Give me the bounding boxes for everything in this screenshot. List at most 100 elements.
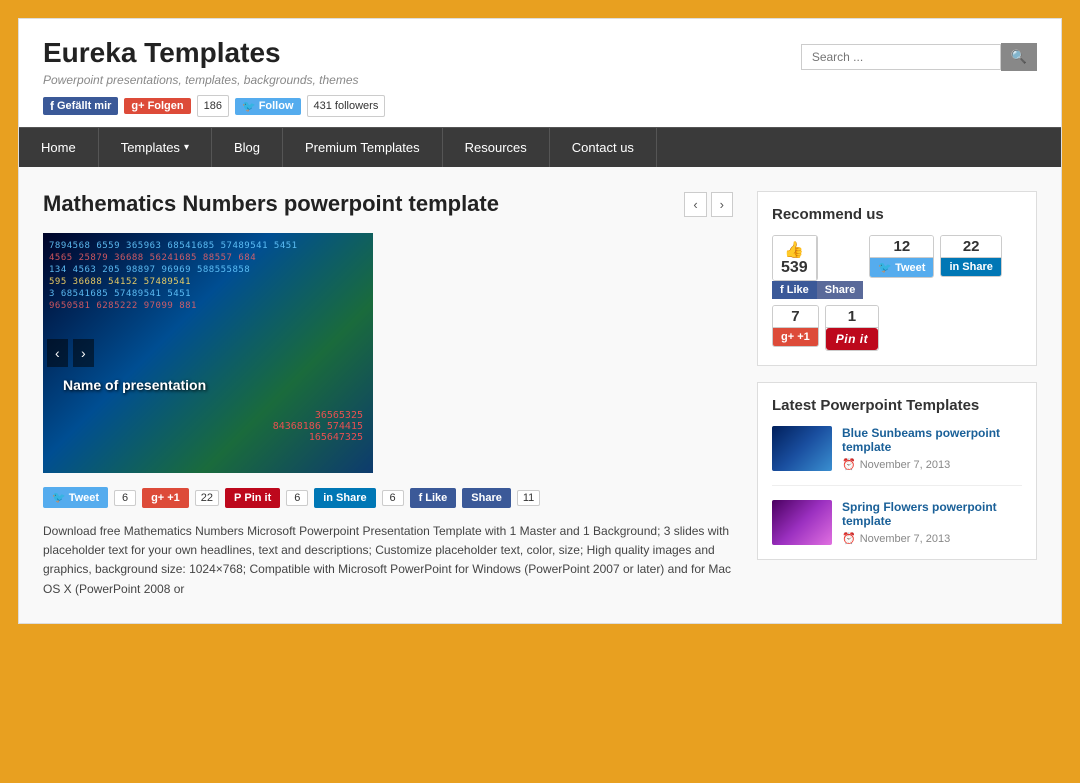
linkedin-widget-count-box: 22 [941,236,1000,258]
pinterest-widget-button[interactable]: Pin it [826,328,878,350]
page-title: Mathematics Numbers powerpoint template [43,191,499,217]
twitter-icon: 🐦 [242,100,256,113]
social-bar: f Gefällt mir g+ Folgen 186 🐦 Follow 431… [43,95,385,117]
list-item: Blue Sunbeams powerpoint template ⏰ Nove… [772,426,1022,486]
pin-button[interactable]: P Pin it [225,488,280,508]
pinterest-widget: 1 Pin it [825,305,879,351]
page-nav-arrows: ‹ › [684,192,733,217]
fb-like-widget: 👍 539 [772,235,818,281]
twitter-widget-tweet-button[interactable]: 🐦 Tweet [870,258,933,277]
twitter-followers-count: 431 followers [307,95,386,117]
latest-info-2: Spring Flowers powerpoint template ⏰ Nov… [842,500,1022,545]
slide-row-6: 9650581 6285222 97099 881 [49,301,367,311]
slide-red-numbers: 3656532584368186 574415165647325 [273,410,363,443]
slideshow-prev-button[interactable]: ‹ [47,339,68,367]
linkedin-share-button[interactable]: in Share [314,488,375,508]
slideshow: 7894568 6559 365963 68541685 57489541 54… [43,233,373,473]
spring-flowers-thumb [772,500,832,545]
pin-count: 6 [286,490,308,506]
fb-action-buttons: f Like Share [772,281,863,299]
twitter-widget-count-box: 12 [870,236,933,258]
latest-item-title-2[interactable]: Spring Flowers powerpoint template [842,500,1022,528]
search-button[interactable]: 🔍 [1001,43,1037,71]
fb-widget-like-button[interactable]: f Like [772,281,817,299]
twitter-widget-count: 12 [894,238,911,255]
nav-contact[interactable]: Contact us [550,128,657,167]
recommend-section: Recommend us 👍 539 f Like [757,191,1037,366]
content-area: Mathematics Numbers powerpoint template … [19,167,1061,623]
nav-home[interactable]: Home [19,128,99,167]
next-page-button[interactable]: › [711,192,733,217]
latest-title: Latest Powerpoint Templates [772,397,1022,414]
slideshow-next-button[interactable]: › [73,339,94,367]
header-right: 🔍 [801,43,1037,71]
page-wrapper: Eureka Templates Powerpoint presentation… [18,18,1062,624]
fb-like-button[interactable]: f Like [410,488,457,508]
list-item: Spring Flowers powerpoint template ⏰ Nov… [772,500,1022,545]
prev-page-button[interactable]: ‹ [684,192,706,217]
twitter-widget: 12 🐦 Tweet [869,235,934,278]
header: Eureka Templates Powerpoint presentation… [19,19,1061,127]
latest-info-1: Blue Sunbeams powerpoint template ⏰ Nove… [842,426,1022,471]
nav-resources[interactable]: Resources [443,128,550,167]
linkedin-widget: 22 in Share [940,235,1001,277]
fb-widget-count: 539 [781,260,808,276]
pinterest-widget-count-box: 1 [826,306,878,328]
gplus-share-count: 22 [195,490,219,506]
latest-thumb-2 [772,500,832,545]
facebook-icon: f [50,99,54,113]
nav-bar: Home Templates ▾ Blog Premium Templates … [19,127,1061,167]
header-left: Eureka Templates Powerpoint presentation… [43,37,385,117]
facebook-like-btn[interactable]: f Gefällt mir [43,97,118,115]
latest-thumb-1 [772,426,832,471]
search-icon: 🔍 [1011,49,1027,64]
recommend-title: Recommend us [772,206,1022,223]
slide-row-1: 7894568 6559 365963 68541685 57489541 54… [49,241,367,251]
latest-item-title-1[interactable]: Blue Sunbeams powerpoint template [842,426,1022,454]
latest-item-date-2: ⏰ November 7, 2013 [842,532,1022,545]
sidebar: Recommend us 👍 539 f Like [757,191,1037,599]
social-share-bar: 🐦 Tweet 6 g+ +1 22 P Pin it 6 in Share [43,487,733,508]
fb-widget-count-box: 👍 539 [773,236,817,280]
slide-row-3: 134 4563 205 98897 96969 588555858 [49,265,367,275]
twitter-share-icon: 🐦 [52,491,66,504]
gplus-widget-button[interactable]: g+ +1 [773,328,818,346]
latest-section: Latest Powerpoint Templates Blue Sunbeam… [757,382,1037,560]
site-tagline: Powerpoint presentations, templates, bac… [43,73,385,87]
nav-premium-templates[interactable]: Premium Templates [283,128,443,167]
thumbs-up-icon: 👍 [784,240,804,260]
linkedin-icon: in [323,492,333,504]
gplus-widget-count: 7 [791,308,799,325]
fb-share-button[interactable]: Share [462,488,511,508]
gplus-icon: g+ [131,100,144,112]
nav-templates[interactable]: Templates ▾ [99,128,212,167]
fb-share-count: 11 [517,490,540,506]
gplus-follow-btn[interactable]: g+ Folgen [124,98,190,114]
tweet-count: 6 [114,490,136,506]
search-input[interactable] [801,44,1001,70]
chevron-down-icon: ▾ [184,142,189,153]
pinterest-widget-count: 1 [848,308,856,325]
linkedin-count: 6 [382,490,404,506]
linkedin-widget-count: 22 [963,238,980,255]
site-title: Eureka Templates [43,37,385,69]
twitter-follow-btn[interactable]: 🐦 Follow [235,98,301,115]
fb-widget-share-button[interactable]: Share [817,281,864,299]
page-title-row: Mathematics Numbers powerpoint template … [43,191,733,217]
nav-blog[interactable]: Blog [212,128,283,167]
latest-item-date-1: ⏰ November 7, 2013 [842,458,1022,471]
gplus-share-icon: g+ [151,492,164,504]
gplus-share-button[interactable]: g+ +1 [142,488,189,508]
social-widgets: 👍 539 f Like Share [772,235,1022,351]
slide-center-text: Name of presentation [63,377,206,393]
facebook-icon-sm: f [780,284,784,296]
linkedin-widget-share-button[interactable]: in Share [941,258,1000,276]
slide-row-5: 3 68541685 57489541 5451 [49,289,367,299]
facebook-like-icon: f [419,492,423,504]
slide-row-4: 595 36688 54152 57489541 [49,277,367,287]
gplus-widget-count-box: 7 [773,306,818,328]
main-content: Mathematics Numbers powerpoint template … [43,191,733,599]
tweet-button[interactable]: 🐦 Tweet [43,487,108,508]
gplus-widget: 7 g+ +1 [772,305,819,347]
facebook-widget: 👍 539 f Like Share [772,235,863,299]
